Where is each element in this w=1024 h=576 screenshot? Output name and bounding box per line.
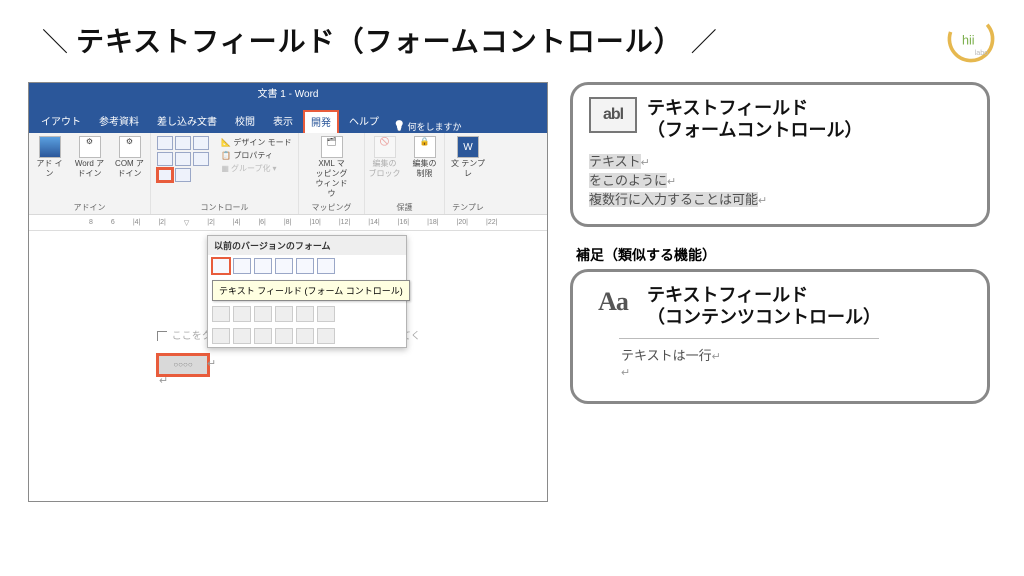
panel1-title: テキストフィールド （フォームコントロール）	[647, 97, 862, 141]
block-editing: 🚫編集の ブロック	[368, 136, 402, 179]
template[interactable]: W文 テンプレ	[451, 136, 485, 179]
restrict-editing[interactable]: 🔒編集の 制限	[408, 136, 442, 179]
content-controls-gallery[interactable]	[157, 136, 217, 182]
legacy-forms-toolbox: 以前のバージョンのフォーム テキスト フィールド (フォーム コントロール)	[207, 235, 407, 348]
checkbox-form-icon[interactable]	[233, 258, 251, 274]
abl-icon: abl	[589, 97, 637, 133]
dropdown-form-icon[interactable]	[254, 258, 272, 274]
legacy-header: 以前のバージョンのフォーム	[208, 236, 406, 255]
tab-help[interactable]: ヘルプ	[341, 109, 387, 133]
logo: hii labo	[944, 12, 998, 66]
page-title: テキストフィールド（フォームコントロール）	[76, 20, 683, 60]
form-field-instance[interactable]: ○○○○	[159, 356, 207, 374]
supplement-label: 補足（類似する機能）	[576, 245, 990, 265]
reset-form-icon[interactable]	[317, 258, 335, 274]
tab-developer[interactable]: 開発	[303, 110, 339, 133]
tab-references[interactable]: 参考資料	[91, 109, 147, 133]
design-mode[interactable]: 📐 デザイン モード	[221, 136, 291, 149]
tab-review[interactable]: 校閲	[227, 109, 263, 133]
tooltip: テキスト フィールド (フォーム コントロール)	[212, 280, 410, 301]
ruler: 86|4||2|▽|2||4||6||8||10||12||14||16||18…	[29, 215, 547, 231]
com-addin-button[interactable]: ⚙COM アドイン	[113, 136, 147, 179]
slash-right: ／	[691, 22, 717, 59]
margin-corner-icon	[157, 331, 167, 341]
tell-me[interactable]: 何をしますか	[393, 120, 461, 133]
properties[interactable]: 📋 プロパティ	[221, 149, 291, 162]
panel1-body: テキスト↵ をこのように↵ 複数行に入力することは可能↵	[589, 151, 971, 208]
panel2-title: テキストフィールド （コンテンツコントロール）	[647, 284, 881, 328]
panel-form-control: abl テキストフィールド （フォームコントロール） テキスト↵ をこのように↵…	[570, 82, 990, 227]
addin-button[interactable]: アド イン	[33, 136, 67, 179]
window-titlebar: 文書 1 - Word	[29, 83, 547, 107]
svg-text:labo: labo	[975, 48, 989, 57]
group-controls-label: コントロール	[201, 202, 249, 213]
tab-view[interactable]: 表示	[265, 109, 301, 133]
word-window: 文書 1 - Word イアウト 参考資料 差し込み文書 校閲 表示 開発 ヘル…	[28, 82, 548, 502]
panel2-sample: テキストは一行↵↵	[619, 338, 879, 385]
group: ▦ グループ化 ▾	[221, 162, 291, 175]
text-field-form-control-icon[interactable]	[212, 258, 230, 274]
group-addin-label: アドイン	[74, 202, 106, 213]
ribbon-tabs: イアウト 参考資料 差し込み文書 校閲 表示 開発 ヘルプ 何をしますか	[29, 107, 547, 133]
aa-icon: Aa	[589, 284, 637, 320]
svg-text:hii: hii	[962, 33, 975, 47]
legacy-tools-button[interactable]	[157, 168, 173, 182]
page-title-row: ＼ テキストフィールド（フォームコントロール） ／	[34, 20, 996, 60]
xml-mapping[interactable]: 🗂XML マッピング ウィンドウ	[315, 136, 349, 199]
slash-left: ＼	[42, 22, 68, 59]
ribbon: アド イン ⚙Word アドイン ⚙COM アドイン アドイン 📐 デザイン モ…	[29, 133, 547, 215]
tab-layout[interactable]: イアウト	[33, 109, 89, 133]
frame-form-icon[interactable]	[275, 258, 293, 274]
word-addin-button[interactable]: ⚙Word アドイン	[73, 136, 107, 179]
shade-form-icon[interactable]	[296, 258, 314, 274]
tab-mailings[interactable]: 差し込み文書	[149, 109, 225, 133]
panel-content-control: Aa テキストフィールド （コンテンツコントロール） テキストは一行↵↵	[570, 269, 990, 404]
